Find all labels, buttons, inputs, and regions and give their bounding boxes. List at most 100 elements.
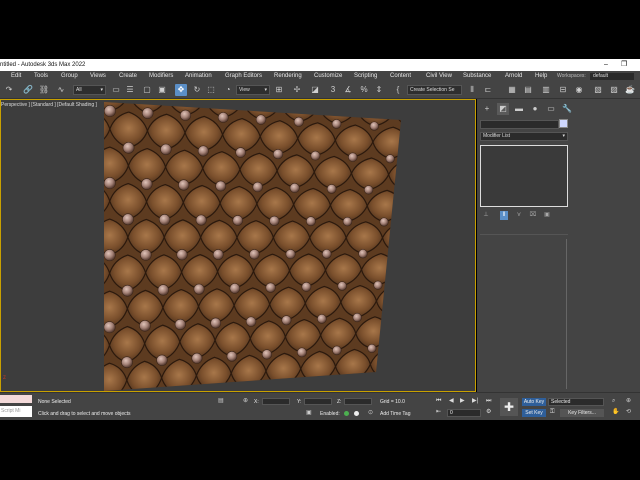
reference-coordinate-dropdown[interactable]: View ▾ bbox=[236, 85, 270, 95]
mirror-icon[interactable]: ⫴ bbox=[466, 84, 478, 96]
window-crossing-icon[interactable]: ▣ bbox=[156, 84, 168, 96]
menu-content[interactable]: Content bbox=[390, 71, 411, 82]
menu-edit[interactable]: Edit bbox=[11, 71, 21, 82]
use-pivot-icon[interactable]: ⊞ bbox=[273, 84, 285, 96]
menu-customize[interactable]: Customize bbox=[314, 71, 342, 82]
material-editor-icon[interactable]: ◉ bbox=[573, 84, 585, 96]
layer-explorer-icon[interactable]: ▦ bbox=[506, 84, 518, 96]
add-time-tag[interactable]: Add Time Tag bbox=[380, 411, 410, 417]
y-coordinate-field[interactable] bbox=[304, 398, 332, 405]
bind-spacewarp-icon[interactable]: ∿ bbox=[55, 84, 67, 96]
maxscript-mini-listener[interactable]: Script Mi bbox=[0, 406, 32, 417]
key-filters-button[interactable]: Key Filters... bbox=[560, 409, 604, 417]
hierarchy-icon[interactable]: ▬ bbox=[513, 103, 525, 115]
adaptive-degradation-icon[interactable]: ▣ bbox=[306, 409, 312, 417]
key-mode-icon[interactable]: ⇤ bbox=[436, 408, 441, 416]
menu-animation[interactable]: Animation bbox=[185, 71, 212, 82]
link-icon[interactable]: 🔗 bbox=[22, 84, 34, 96]
auto-key-button[interactable]: Auto Key bbox=[522, 398, 546, 406]
orbit-icon[interactable]: ⟲ bbox=[626, 408, 631, 416]
maxscript-listener-input[interactable] bbox=[0, 395, 32, 403]
menu-create[interactable]: Create bbox=[119, 71, 137, 82]
named-selection-dropdown[interactable]: Create Selection Se bbox=[407, 85, 462, 95]
scene-explorer-icon[interactable]: ▤ bbox=[522, 84, 534, 96]
remove-modifier-icon[interactable]: ⌧ bbox=[529, 211, 537, 220]
key-set-dropdown[interactable]: Selected bbox=[548, 398, 604, 406]
tufted-leather-panel[interactable]: z bbox=[1, 100, 476, 392]
maximize-button[interactable]: ❐ bbox=[621, 59, 627, 71]
select-rotate-icon[interactable]: ↻ bbox=[191, 84, 203, 96]
object-name-field[interactable] bbox=[480, 120, 559, 129]
select-scale-icon[interactable]: ⬚ bbox=[205, 84, 217, 96]
workspaces-dropdown[interactable]: default bbox=[590, 73, 634, 80]
viewport-label-menu[interactable]: Perspective ] [Standard ] [Default Shadi… bbox=[1, 102, 97, 108]
isolate-selection-icon[interactable]: ▤ bbox=[218, 397, 224, 405]
modify-icon[interactable]: ◩ bbox=[497, 103, 509, 115]
keyboard-shortcut-icon[interactable]: ◪ bbox=[309, 84, 321, 96]
select-by-name-icon[interactable]: ☰ bbox=[124, 84, 136, 96]
selection-filter-dropdown[interactable]: All ▾ bbox=[73, 85, 106, 95]
menu-civil-view[interactable]: Civil View bbox=[426, 71, 452, 82]
curve-editor-icon[interactable]: ▥ bbox=[540, 84, 552, 96]
rect-select-region-icon[interactable]: ▢ bbox=[141, 84, 153, 96]
perspective-viewport[interactable]: z Perspective ] [Standard ] [Default Sha… bbox=[0, 99, 476, 392]
menu-group[interactable]: Group bbox=[61, 71, 78, 82]
pin-stack-icon[interactable]: ⊥ bbox=[482, 211, 490, 220]
show-end-result-icon[interactable]: ‖ bbox=[500, 211, 508, 220]
edit-named-selection-icon[interactable]: { bbox=[392, 84, 404, 96]
select-move-icon[interactable]: ✥ bbox=[175, 84, 187, 96]
utilities-icon[interactable]: 🔧 bbox=[561, 103, 573, 115]
set-key-button[interactable]: Set Key bbox=[522, 409, 546, 417]
create-icon[interactable]: + bbox=[481, 103, 493, 115]
menu-tools[interactable]: Tools bbox=[34, 71, 48, 82]
rendered-frame-icon[interactable]: ▨ bbox=[608, 84, 620, 96]
menu-arnold[interactable]: Arnold bbox=[505, 71, 522, 82]
menu-graph-editors[interactable]: Graph Editors bbox=[225, 71, 262, 82]
percent-snap-icon[interactable]: % bbox=[358, 84, 370, 96]
add-time-tag-icon[interactable]: ⊙ bbox=[368, 409, 373, 417]
align-icon[interactable]: ⊏ bbox=[482, 84, 494, 96]
select-manipulate-icon[interactable]: ◔ bbox=[222, 84, 234, 96]
display-icon[interactable]: ▭ bbox=[545, 103, 557, 115]
modifier-stack[interactable] bbox=[480, 145, 568, 207]
zoom-icon[interactable]: ⌕ bbox=[612, 397, 615, 405]
menu-scripting[interactable]: Scripting bbox=[354, 71, 377, 82]
menu-substance[interactable]: Substance bbox=[463, 71, 491, 82]
render-icon[interactable]: ☕ bbox=[624, 84, 636, 96]
motion-icon[interactable]: ● bbox=[529, 103, 541, 115]
key-icon[interactable]: ⚿ bbox=[550, 408, 555, 416]
spinner-snap-icon[interactable]: ⇕ bbox=[373, 84, 385, 96]
time-configuration-icon[interactable]: ⚙ bbox=[486, 408, 491, 416]
menu-help[interactable]: Help bbox=[535, 71, 547, 82]
enabled-indicator[interactable] bbox=[344, 411, 349, 416]
render-setup-icon[interactable]: ▧ bbox=[592, 84, 604, 96]
previous-frame-icon[interactable]: ◀ bbox=[449, 397, 454, 405]
minimize-button[interactable]: – bbox=[604, 59, 608, 71]
default-key-icon[interactable]: ✚ bbox=[500, 398, 518, 416]
angle-snap-icon[interactable]: ∡ bbox=[342, 84, 354, 96]
current-frame-field[interactable]: 0 bbox=[447, 409, 481, 417]
pan-view-icon[interactable]: ✋ bbox=[612, 408, 619, 416]
x-coordinate-field[interactable] bbox=[262, 398, 290, 405]
play-icon[interactable]: ▶ bbox=[460, 397, 465, 405]
zoom-all-icon[interactable]: ⊕ bbox=[626, 397, 631, 405]
snaps-toggle-icon[interactable]: 3 bbox=[327, 84, 339, 96]
z-coordinate-field[interactable] bbox=[344, 398, 372, 405]
menu-modifiers[interactable]: Modifiers bbox=[149, 71, 173, 82]
next-frame-icon[interactable]: ▶| bbox=[472, 397, 478, 405]
absolute-mode-icon[interactable]: ⊕ bbox=[243, 397, 248, 405]
time-tag-toggle[interactable] bbox=[354, 411, 359, 416]
configure-modifier-sets-icon[interactable]: ▣ bbox=[543, 211, 551, 220]
select-and-link-icon[interactable]: ✢ bbox=[291, 84, 303, 96]
go-to-end-icon[interactable]: ⏭ bbox=[486, 397, 491, 405]
panel-scrollbar[interactable] bbox=[566, 239, 567, 389]
go-to-start-icon[interactable]: ⏮ bbox=[436, 397, 441, 405]
schematic-view-icon[interactable]: ⊟ bbox=[557, 84, 569, 96]
menu-views[interactable]: Views bbox=[90, 71, 106, 82]
unlink-icon[interactable]: ⛓ bbox=[38, 84, 50, 96]
modifier-list-dropdown[interactable]: Modifier List ▾ bbox=[480, 132, 568, 141]
redo-icon[interactable]: ↷ bbox=[3, 84, 15, 96]
make-unique-icon[interactable]: ⋎ bbox=[515, 211, 523, 220]
select-object-icon[interactable]: ▭ bbox=[110, 84, 122, 96]
menu-rendering[interactable]: Rendering bbox=[274, 71, 302, 82]
